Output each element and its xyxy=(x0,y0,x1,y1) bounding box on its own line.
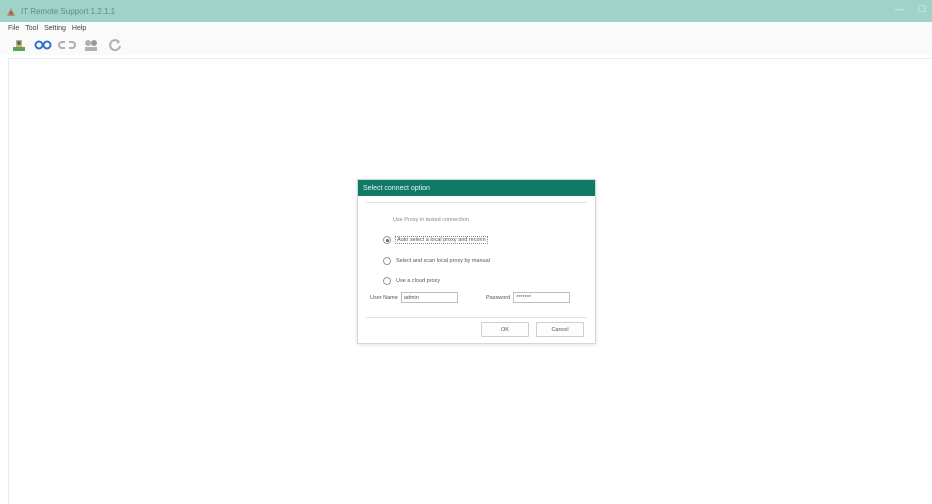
option-label: Use a cloud proxy xyxy=(396,278,441,284)
radio-button[interactable] xyxy=(383,257,391,265)
radio-button[interactable] xyxy=(383,277,391,285)
minimize-button[interactable]: — xyxy=(895,4,904,15)
password-label: Password xyxy=(486,294,511,301)
maximize-button[interactable]: ☐ xyxy=(918,4,926,15)
option-cloud-proxy[interactable]: Use a cloud proxy xyxy=(383,277,440,285)
username-group: User Name xyxy=(370,292,458,303)
password-input[interactable] xyxy=(513,292,571,303)
password-group: Password xyxy=(486,292,571,303)
connect-option-dialog: Select connect option Use Proxy in teste… xyxy=(357,179,596,344)
connect-icon[interactable] xyxy=(10,37,28,53)
app-icon xyxy=(5,5,17,17)
group-icon[interactable] xyxy=(82,37,100,53)
title-bar: IT Remote Support 1.2.1.1 — ☐ xyxy=(0,0,932,22)
ok-button[interactable]: OK xyxy=(481,322,529,337)
option-label: Select and scan local proxy by manual xyxy=(396,258,490,264)
username-input[interactable] xyxy=(400,292,458,303)
menu-help[interactable]: Help xyxy=(72,25,86,32)
proxy-label: Use Proxy in tested connection xyxy=(393,217,469,223)
option-auto-select[interactable]: Auto select a local proxy and reconn xyxy=(383,236,488,244)
username-label: User Name xyxy=(370,294,398,301)
window-title: IT Remote Support 1.2.1.1 xyxy=(21,6,116,16)
unlink-icon[interactable] xyxy=(58,37,76,53)
divider xyxy=(366,317,587,318)
refresh-icon[interactable] xyxy=(106,37,124,53)
cancel-button[interactable]: Cancel xyxy=(536,322,584,337)
option-manual-scan[interactable]: Select and scan local proxy by manual xyxy=(383,257,490,265)
option-label: Auto select a local proxy and reconn xyxy=(395,236,488,244)
menu-tool[interactable]: Tool xyxy=(25,25,38,32)
dialog-title: Select connect option xyxy=(363,184,430,192)
menu-file[interactable]: File xyxy=(8,25,19,32)
toolbar xyxy=(0,35,932,55)
radio-button[interactable] xyxy=(383,236,391,244)
divider xyxy=(366,202,587,203)
link-icon[interactable] xyxy=(34,37,52,53)
menu-setting[interactable]: Setting xyxy=(44,25,66,32)
dialog-header: Select connect option xyxy=(358,180,595,196)
menu-bar: File Tool Setting Help xyxy=(0,22,932,35)
